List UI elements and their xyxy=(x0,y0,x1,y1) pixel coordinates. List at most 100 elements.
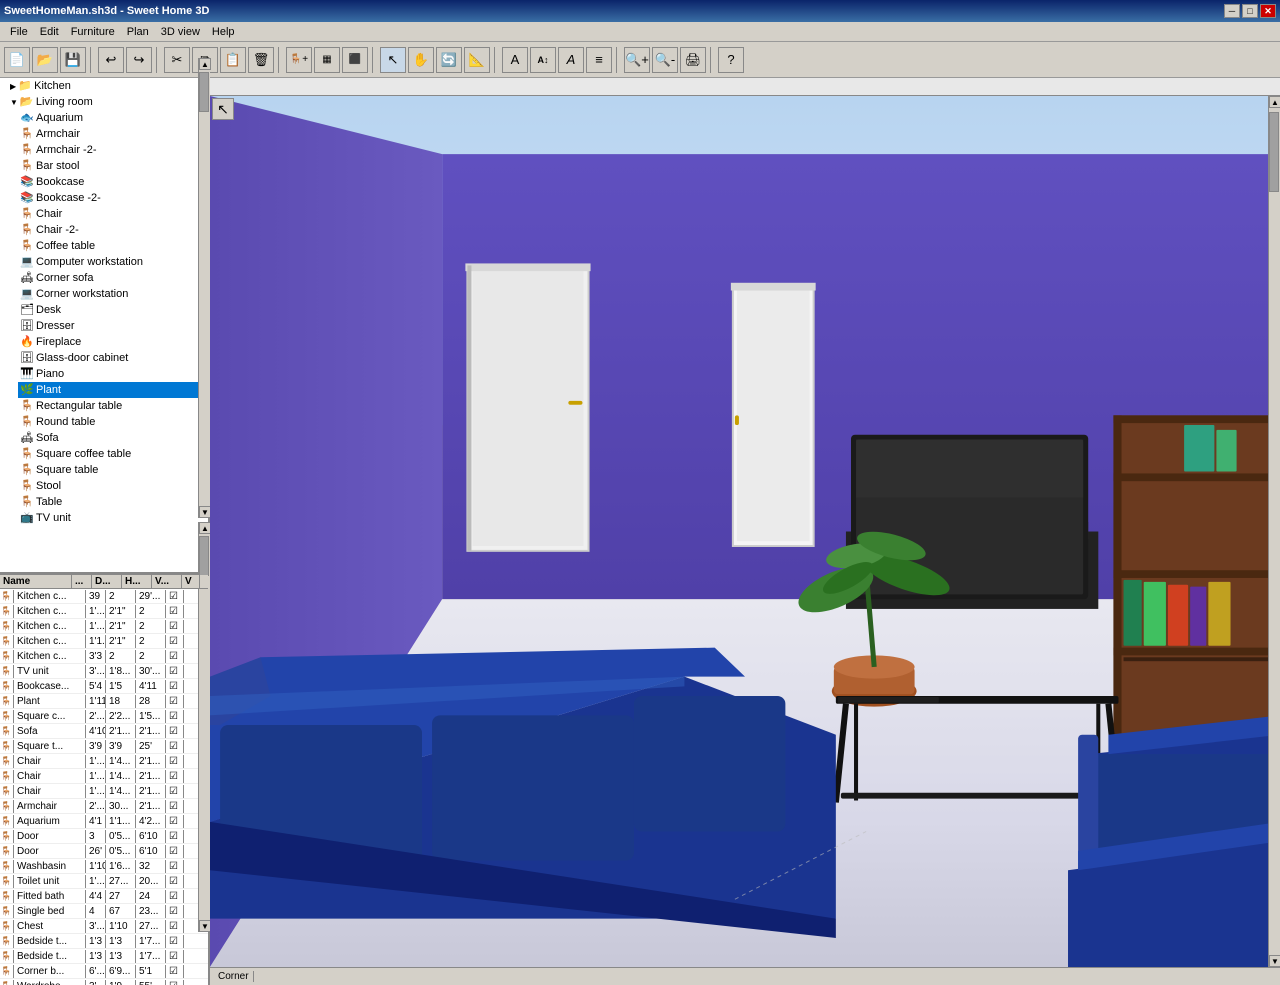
prop-row[interactable]: 🪑 TV unit 3'... 1'8... 30'... ☑ xyxy=(0,664,208,679)
maximize-button[interactable]: □ xyxy=(1242,4,1258,18)
tree-item-livingroom[interactable]: ▼ 📂 Living room xyxy=(8,94,208,110)
prop-row[interactable]: 🪑 Chair 1'... 1'4... 2'1... ☑ xyxy=(0,769,208,784)
tree-item-rectangulartable[interactable]: 🪑 Rectangular table xyxy=(18,398,208,414)
paste-button[interactable]: 📋 xyxy=(220,47,246,73)
minimize-button[interactable]: ─ xyxy=(1224,4,1240,18)
view3d-scrollbar[interactable]: ▲ ▼ xyxy=(1268,96,1280,967)
tree-item-squarecoffeetable[interactable]: 🪑 Square coffee table xyxy=(18,446,208,462)
view3d-scroll-down[interactable]: ▼ xyxy=(1269,955,1280,967)
prop-row[interactable]: 🪑 Chair 1'... 1'4... 2'1... ☑ xyxy=(0,784,208,799)
prop-v[interactable]: ☑ xyxy=(166,650,184,663)
prop-v[interactable]: ☑ xyxy=(166,875,184,888)
prop-row[interactable]: 🪑 Square t... 3'9 3'9 25' ☑ xyxy=(0,739,208,754)
zoom-in-button[interactable]: 🔍+ xyxy=(624,47,650,73)
prop-v[interactable]: ☑ xyxy=(166,635,184,648)
prop-v[interactable]: ☑ xyxy=(166,620,184,633)
prop-row[interactable]: 🪑 Bookcase... 5'4 1'5 4'11 ☑ xyxy=(0,679,208,694)
prop-row[interactable]: 🪑 Fitted bath 4'4 27 24 ☑ xyxy=(0,889,208,904)
prop-row[interactable]: 🪑 Bedside t... 1'3 1'3 1'7... ☑ xyxy=(0,949,208,964)
tree-item-computerworkstation[interactable]: 💻 Computer workstation xyxy=(18,254,208,270)
add-room-button[interactable]: ⬛ xyxy=(342,47,368,73)
prop-row[interactable]: 🪑 Toilet unit 1'... 27... 20... ☑ xyxy=(0,874,208,889)
props-scroll-thumb[interactable] xyxy=(199,536,209,576)
prop-row[interactable]: 🪑 Single bed 4 67 23... ☑ xyxy=(0,904,208,919)
prop-v[interactable]: ☑ xyxy=(166,725,184,738)
tree-item-barstool[interactable]: 🪑 Bar stool xyxy=(18,158,208,174)
text-label-button[interactable]: A xyxy=(502,47,528,73)
navigation-button[interactable]: ↖ xyxy=(212,98,234,120)
view3d-scroll-thumb[interactable] xyxy=(1269,112,1279,192)
menu-file[interactable]: File xyxy=(4,24,34,40)
select-tool[interactable]: ↖ xyxy=(380,47,406,73)
prop-row[interactable]: 🪑 Chest 3'... 1'10 27... ☑ xyxy=(0,919,208,934)
menu-help[interactable]: Help xyxy=(206,24,241,40)
tree-item-dresser[interactable]: 🗄 Dresser xyxy=(18,318,208,334)
prop-row[interactable]: 🪑 Kitchen c... 1'1... 2'1" 2 ☑ xyxy=(0,634,208,649)
prop-row[interactable]: 🪑 Kitchen c... 3'3 2 2 ☑ xyxy=(0,649,208,664)
prop-v[interactable]: ☑ xyxy=(166,665,184,678)
prop-v[interactable]: ☑ xyxy=(166,800,184,813)
text-align-button[interactable]: ≡ xyxy=(586,47,612,73)
prop-row[interactable]: 🪑 Door 26' 0'5... 6'10 ☑ xyxy=(0,844,208,859)
cut-button[interactable]: ✂ xyxy=(164,47,190,73)
prop-v[interactable]: ☑ xyxy=(166,950,184,963)
prop-v[interactable]: ☑ xyxy=(166,590,184,603)
prop-v[interactable]: ☑ xyxy=(166,935,184,948)
tree-item-cornersofa[interactable]: 🛋 Corner sofa xyxy=(18,270,208,286)
3d-view[interactable]: ↖ xyxy=(210,96,1280,967)
tree-item-tvunit[interactable]: 📺 TV unit xyxy=(18,510,208,526)
prop-row[interactable]: 🪑 Bedside t... 1'3 1'3 1'7... ☑ xyxy=(0,934,208,949)
prop-v[interactable]: ☑ xyxy=(166,755,184,768)
prop-v[interactable]: ☑ xyxy=(166,890,184,903)
prop-v[interactable]: ☑ xyxy=(166,845,184,858)
prop-row[interactable]: 🪑 Square c... 2'... 2'2... 1'5... ☑ xyxy=(0,709,208,724)
text-size-button[interactable]: A↕ xyxy=(530,47,556,73)
prop-row[interactable]: 🪑 Kitchen c... 1'... 2'1" 2 ☑ xyxy=(0,604,208,619)
menu-plan[interactable]: Plan xyxy=(121,24,155,40)
prop-row[interactable]: 🪑 Door 3 0'5... 6'10 ☑ xyxy=(0,829,208,844)
close-button[interactable]: ✕ xyxy=(1260,4,1276,18)
menu-3dview[interactable]: 3D view xyxy=(155,24,206,40)
properties-table[interactable]: Name ... D... H... V... V 🪑 Kitchen c...… xyxy=(0,575,208,985)
tree-item-plant[interactable]: 🌿 Plant xyxy=(18,382,208,398)
prop-v[interactable]: ☑ xyxy=(166,710,184,723)
prop-row[interactable]: 🪑 Corner b... 6'... 6'9... 5'1 ☑ xyxy=(0,964,208,979)
save-button[interactable]: 💾 xyxy=(60,47,86,73)
menu-edit[interactable]: Edit xyxy=(34,24,65,40)
redo-button[interactable]: ↪ xyxy=(126,47,152,73)
add-wall-button[interactable]: ▦ xyxy=(314,47,340,73)
tree-item-squaretable[interactable]: 🪑 Square table xyxy=(18,462,208,478)
view3d-scroll-up[interactable]: ▲ xyxy=(1269,96,1280,108)
prop-v[interactable]: ☑ xyxy=(166,770,184,783)
tree-item-kitchen[interactable]: ▶ 📁 Kitchen xyxy=(8,78,208,94)
tree-item-piano[interactable]: 🎹 Piano xyxy=(18,366,208,382)
prop-row[interactable]: 🪑 Plant 1'11 18 28 ☑ xyxy=(0,694,208,709)
tree-item-bookcase[interactable]: 📚 Bookcase xyxy=(18,174,208,190)
prop-v[interactable]: ☑ xyxy=(166,860,184,873)
prop-row[interactable]: 🪑 Chair 1'... 1'4... 2'1... ☑ xyxy=(0,754,208,769)
prop-row[interactable]: 🪑 Kitchen c... 39 2 29'... ☑ xyxy=(0,589,208,604)
prop-v[interactable]: ☑ xyxy=(166,980,184,985)
tree-item-cornerworkstation[interactable]: 💻 Corner workstation xyxy=(18,286,208,302)
prop-v[interactable]: ☑ xyxy=(166,815,184,828)
prop-v[interactable]: ☑ xyxy=(166,740,184,753)
help-button[interactable]: ? xyxy=(718,47,744,73)
tree-item-bookcase2[interactable]: 📚 Bookcase -2- xyxy=(18,190,208,206)
tree-item-roundtable[interactable]: 🪑 Round table xyxy=(18,414,208,430)
prop-row[interactable]: 🪑 Washbasin 1'10 1'6... 32 ☑ xyxy=(0,859,208,874)
prop-v[interactable]: ☑ xyxy=(166,695,184,708)
prop-row[interactable]: 🪑 Kitchen c... 1'... 2'1" 2 ☑ xyxy=(0,619,208,634)
measure-tool[interactable]: 📐 xyxy=(464,47,490,73)
expand-kitchen-icon[interactable]: ▶ xyxy=(10,82,16,91)
tree-item-armchair2[interactable]: 🪑 Armchair -2- xyxy=(18,142,208,158)
tree-scrollbar[interactable]: ▲ ▼ xyxy=(198,58,210,518)
scroll-thumb[interactable] xyxy=(199,72,209,112)
tree-item-chair2[interactable]: 🪑 Chair -2- xyxy=(18,222,208,238)
prop-v[interactable]: ☑ xyxy=(166,605,184,618)
tree-item-fireplace[interactable]: 🔥 Fireplace xyxy=(18,334,208,350)
zoom-out-button[interactable]: 🔍- xyxy=(652,47,678,73)
open-button[interactable]: 📂 xyxy=(32,47,58,73)
prop-v[interactable]: ☑ xyxy=(166,965,184,978)
prop-v[interactable]: ☑ xyxy=(166,830,184,843)
tree-item-desk[interactable]: 🗂 Desk xyxy=(18,302,208,318)
